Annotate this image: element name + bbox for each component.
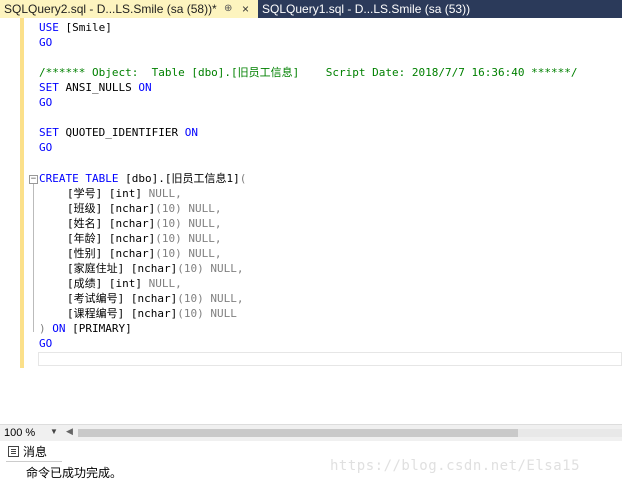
- current-line-highlight: [38, 352, 622, 366]
- result-message: 命令已成功完成。: [26, 466, 123, 480]
- column-name: [年龄]: [67, 232, 103, 245]
- code-line-use: USE [Smile]: [39, 20, 112, 35]
- paren: ): [39, 322, 46, 335]
- column-name: [学号]: [67, 187, 103, 200]
- column-type: [nchar]: [102, 232, 156, 245]
- column-def: [学号] [int] NULL,: [67, 186, 182, 201]
- keyword: ON: [138, 81, 152, 94]
- column-size: (10): [155, 247, 189, 260]
- code-line-set-ansi: SET ANSI_NULLS ON: [39, 80, 152, 95]
- keyword: USE: [39, 21, 59, 34]
- scroll-left-icon[interactable]: ◀: [66, 426, 73, 437]
- editor-bottom-bar: 100 % ▼ ◀: [0, 424, 622, 441]
- column-type: [int]: [102, 187, 149, 200]
- code-line-go: GO: [39, 35, 52, 50]
- close-tab-icon[interactable]: ×: [242, 0, 249, 18]
- column-name: [成绩]: [67, 277, 103, 290]
- column-name: [性别]: [67, 247, 103, 260]
- column-name: [姓名]: [67, 217, 103, 230]
- column-null: NULL,: [148, 277, 182, 290]
- horizontal-scrollbar-track[interactable]: [518, 429, 622, 437]
- column-type: [nchar]: [102, 217, 156, 230]
- identifier: [PRIMARY]: [65, 322, 132, 335]
- column-name: [课程编号]: [67, 307, 125, 320]
- sql-editor[interactable]: USE [Smile] GO /****** Object: Table [db…: [0, 18, 622, 424]
- code-line-create-table: CREATE TABLE [dbo].[旧员工信息1](: [39, 171, 246, 186]
- column-null: NULL,: [188, 232, 222, 245]
- tab-sqlquery1[interactable]: SQLQuery1.sql - D...LS.Smile (sa (53)): [258, 0, 472, 18]
- watermark: https://blog.csdn.net/Elsa15: [330, 458, 581, 474]
- code-line-go: GO: [39, 95, 52, 110]
- column-size: (10): [177, 262, 211, 275]
- document-tab-bar: SQLQuery2.sql - D...LS.Smile (sa (58))* …: [0, 0, 622, 18]
- column-type: [nchar]: [124, 307, 178, 320]
- keyword: CREATE TABLE: [39, 172, 119, 185]
- column-type: [nchar]: [124, 292, 178, 305]
- column-def: [考试编号] [nchar](10) NULL,: [67, 291, 243, 306]
- zoom-value: 100 %: [4, 427, 36, 439]
- column-size: (10): [155, 202, 189, 215]
- code-line-set-quoted: SET QUOTED_IDENTIFIER ON: [39, 125, 198, 140]
- column-null: NULL,: [210, 292, 244, 305]
- column-type: [int]: [102, 277, 149, 290]
- keyword: SET: [39, 81, 59, 94]
- collapse-icon[interactable]: −: [29, 175, 38, 184]
- column-size: (10): [177, 292, 211, 305]
- column-name: [班级]: [67, 202, 103, 215]
- paren: (: [239, 172, 247, 185]
- column-null: NULL,: [188, 247, 222, 260]
- keyword: SET: [39, 126, 59, 139]
- comment: /****** Object: Table [dbo].[旧员工信息] Scri…: [39, 66, 578, 79]
- identifier: ANSI_NULLS: [58, 81, 139, 94]
- results-pane: 消息 命令已成功完成。 https://blog.csdn.net/Elsa15: [0, 441, 622, 487]
- column-name: [考试编号]: [67, 292, 125, 305]
- change-tracking-margin: [20, 18, 24, 368]
- horizontal-scrollbar-thumb[interactable]: [78, 429, 518, 437]
- messages-tab-label: 消息: [23, 445, 48, 459]
- fold-guide: [33, 184, 34, 332]
- column-def: [姓名] [nchar](10) NULL,: [67, 216, 221, 231]
- dropdown-arrow-icon[interactable]: ▼: [50, 427, 58, 436]
- column-def: [家庭住址] [nchar](10) NULL,: [67, 261, 243, 276]
- column-def: [成绩] [int] NULL,: [67, 276, 182, 291]
- keyword: GO: [39, 337, 53, 350]
- code-line-go: GO: [39, 336, 52, 351]
- identifier: [Smile]: [58, 21, 112, 34]
- tab-sqlquery1-label: SQLQuery1.sql - D...LS.Smile (sa (53)): [262, 2, 471, 16]
- keyword: ON: [184, 126, 198, 139]
- column-def: [课程编号] [nchar](10) NULL: [67, 306, 237, 321]
- keyword: GO: [39, 36, 53, 49]
- column-size: (10): [177, 307, 211, 320]
- keyword: GO: [39, 96, 53, 109]
- tab-sqlquery2-label: SQLQuery2.sql - D...LS.Smile (sa (58))*: [4, 2, 217, 16]
- code-line-on-primary: ) ON [PRIMARY]: [39, 321, 132, 336]
- column-type: [nchar]: [124, 262, 178, 275]
- keyword: GO: [39, 141, 53, 154]
- identifier: [dbo].[旧员工信息1]: [118, 172, 240, 185]
- code-line-go: GO: [39, 140, 52, 155]
- column-def: [性别] [nchar](10) NULL,: [67, 246, 221, 261]
- identifier: QUOTED_IDENTIFIER: [58, 126, 185, 139]
- column-type: [nchar]: [102, 202, 156, 215]
- column-type: [nchar]: [102, 247, 156, 260]
- code-line-comment: /****** Object: Table [dbo].[旧员工信息] Scri…: [39, 65, 577, 80]
- column-name: [家庭住址]: [67, 262, 125, 275]
- tab-underline: [6, 461, 62, 462]
- messages-icon: [8, 446, 19, 457]
- column-null: NULL,: [210, 262, 244, 275]
- column-size: (10): [155, 217, 189, 230]
- column-null: NULL,: [148, 187, 182, 200]
- column-def: [班级] [nchar](10) NULL,: [67, 201, 221, 216]
- column-size: (10): [155, 232, 189, 245]
- column-def: [年龄] [nchar](10) NULL,: [67, 231, 221, 246]
- tab-messages[interactable]: 消息: [8, 443, 47, 461]
- keyword: ON: [45, 322, 66, 335]
- tab-sqlquery2[interactable]: SQLQuery2.sql - D...LS.Smile (sa (58))* …: [0, 0, 258, 18]
- column-null: NULL: [210, 307, 237, 320]
- pin-icon[interactable]: ⊕: [224, 0, 232, 18]
- column-null: NULL,: [188, 217, 222, 230]
- column-null: NULL,: [188, 202, 222, 215]
